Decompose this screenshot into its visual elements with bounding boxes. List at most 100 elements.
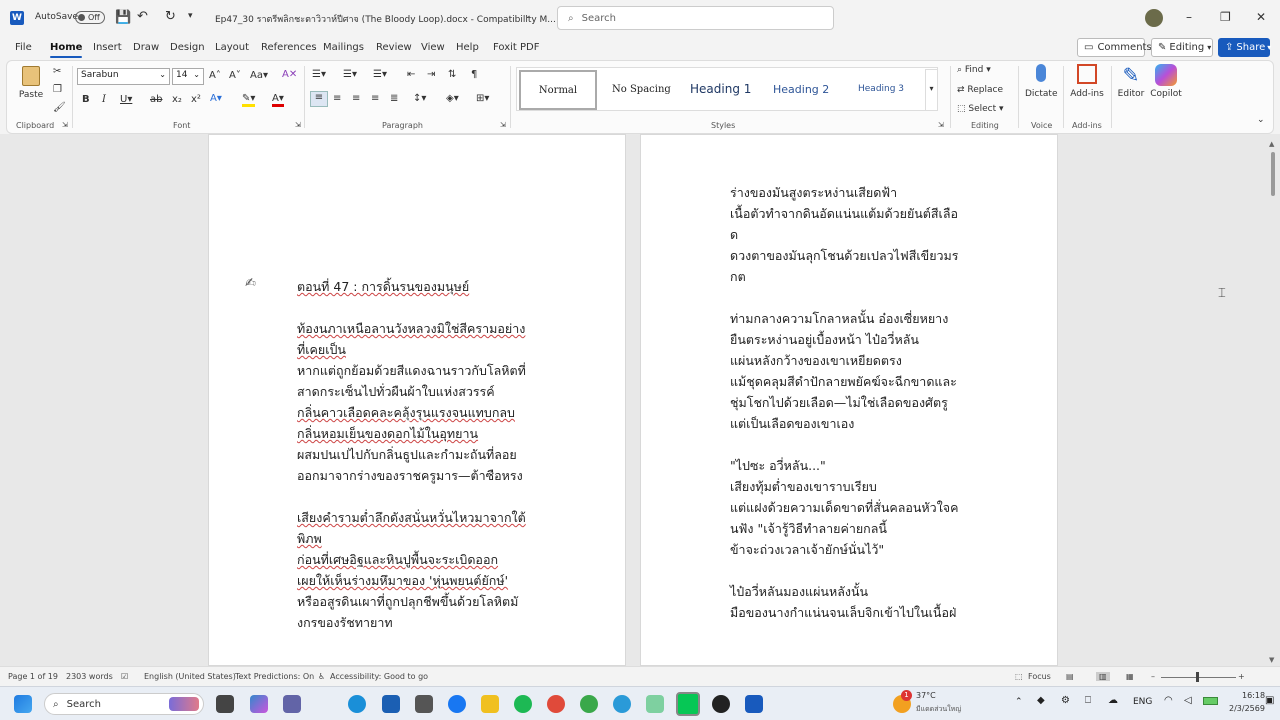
font-name-field[interactable]: Sarabun ⌄ bbox=[77, 68, 170, 85]
line-spacing-icon[interactable]: ↕▾ bbox=[413, 93, 426, 104]
format-painter-icon[interactable]: 🖌 bbox=[53, 102, 66, 113]
paragraph-line[interactable]: เผยให้เห็นร่างมหึมาของ 'หุ่นพยนต์ยักษ์' bbox=[297, 571, 508, 591]
autosave-toggle[interactable]: Off bbox=[70, 11, 105, 24]
superscript-icon[interactable]: x² bbox=[191, 94, 201, 105]
clock-time[interactable]: 16:18 bbox=[1242, 691, 1265, 700]
scroll-up-icon[interactable]: ▲ bbox=[1269, 140, 1274, 148]
temperature[interactable]: 37°C bbox=[916, 691, 936, 700]
taskbar-search[interactable]: ⌕ Search bbox=[44, 693, 204, 715]
paragraph-line[interactable]: มือของนางกำแน่นจนเล็บจิกเข้าไปในเนื้อฝ่ bbox=[730, 603, 956, 623]
paragraph-line[interactable]: ที่เคยเป็น bbox=[297, 340, 346, 360]
document-title[interactable]: Ep47_30 ราตรีพลิกชะตาวิวาห์ปีศาจ (The Bl… bbox=[215, 12, 556, 26]
paragraph-line[interactable]: ข้าจะถ่วงเวลาเจ้ายักษ์นั่นไว้" bbox=[730, 540, 884, 560]
paragraph-line[interactable]: หรืออสูรดินเผาที่ถูกปลุกชีพขึ้นด้วยโลหิต… bbox=[297, 592, 518, 612]
tab-foxit-pdf[interactable]: Foxit PDF bbox=[493, 42, 539, 53]
input-language[interactable]: ENG bbox=[1133, 697, 1152, 707]
maximize-icon[interactable]: ❐ bbox=[1220, 10, 1231, 24]
edge-icon[interactable] bbox=[348, 695, 366, 713]
battery-icon[interactable] bbox=[1203, 697, 1218, 705]
dialog-launcher-icon[interactable]: ⇲ bbox=[295, 121, 301, 129]
copilot-button[interactable]: Copilot bbox=[1149, 64, 1183, 99]
avatar[interactable] bbox=[1145, 9, 1163, 27]
start-icon[interactable] bbox=[14, 695, 32, 713]
font-color-icon[interactable]: A▾ bbox=[272, 93, 284, 107]
tab-mailings[interactable]: Mailings bbox=[323, 42, 364, 53]
align-right-icon[interactable]: ≡ bbox=[352, 93, 360, 104]
tab-home[interactable]: Home bbox=[50, 42, 83, 58]
web-layout-icon[interactable]: ▦ bbox=[1126, 672, 1134, 681]
show-marks-icon[interactable]: ¶ bbox=[471, 69, 477, 80]
paragraph-line[interactable]: ร่างของมันสูงตระหง่านเสียดฟ้า bbox=[730, 183, 897, 203]
tab-design[interactable]: Design bbox=[170, 42, 205, 53]
tray-settings-icon[interactable]: ⚙ bbox=[1061, 695, 1070, 706]
chrome-alt-icon[interactable] bbox=[613, 695, 631, 713]
distributed-icon[interactable]: ≣ bbox=[390, 93, 398, 104]
weather-description[interactable]: มีแดดส่วนใหญ่ bbox=[916, 704, 961, 715]
search-box[interactable]: ⌕ Search bbox=[557, 6, 834, 30]
chevron-down-icon[interactable]: ⌄ bbox=[524, 11, 532, 21]
style-heading-2[interactable]: Heading 2 bbox=[773, 83, 829, 96]
close-icon[interactable]: ✕ bbox=[1256, 10, 1266, 24]
calculator-icon[interactable] bbox=[646, 695, 664, 713]
dialog-launcher-icon[interactable]: ⇲ bbox=[938, 121, 944, 129]
language-status[interactable]: English (United States) bbox=[144, 672, 236, 681]
paragraph-line[interactable]: พิภพ bbox=[297, 529, 322, 549]
align-left-icon[interactable]: ≡ bbox=[310, 91, 328, 107]
paragraph-line[interactable]: แผ่นหลังกว้างของเขาเหยียดตรง bbox=[730, 351, 902, 371]
shrink-font-icon[interactable]: A˅ bbox=[229, 70, 241, 81]
microphone-tray-icon[interactable]: ⎕ bbox=[1085, 695, 1091, 706]
tab-draw[interactable]: Draw bbox=[133, 42, 159, 53]
grow-font-icon[interactable]: A˄ bbox=[209, 70, 221, 81]
multilevel-list-icon[interactable]: ☰▾ bbox=[373, 69, 387, 80]
paragraph-line[interactable]: แต่แฝงด้วยความเด็ดขาดที่สั่นคลอนหัวใจค bbox=[730, 498, 959, 518]
cut-icon[interactable]: ✂ bbox=[53, 66, 61, 77]
volume-icon[interactable]: ◁ bbox=[1184, 695, 1192, 706]
tray-app-icon[interactable]: ◆ bbox=[1037, 695, 1045, 706]
copy-icon[interactable]: ❐ bbox=[53, 84, 62, 95]
tab-review[interactable]: Review bbox=[376, 42, 412, 53]
select-button[interactable]: ⬚ Select ▾ bbox=[957, 104, 1004, 114]
file-explorer-icon[interactable] bbox=[481, 695, 499, 713]
zoom-out-icon[interactable]: – bbox=[1151, 672, 1155, 681]
replace-button[interactable]: ⇄ Replace bbox=[957, 85, 1003, 95]
paragraph-line[interactable]: เสียงคำรามต่ำลึกดังสนั่นหวั่นไหวมาจากใต้ bbox=[297, 508, 526, 528]
shading-icon[interactable]: ◈▾ bbox=[446, 93, 459, 104]
style-no-spacing[interactable]: No Spacing bbox=[612, 84, 671, 95]
increase-indent-icon[interactable]: ⇥ bbox=[427, 69, 435, 80]
tab-view[interactable]: View bbox=[421, 42, 445, 53]
accessibility-status[interactable]: Accessibility: Good to go bbox=[330, 672, 428, 681]
align-center-icon[interactable]: ≡ bbox=[333, 93, 341, 104]
decrease-indent-icon[interactable]: ⇤ bbox=[407, 69, 415, 80]
paragraph-line[interactable]: "ไปซะ อวี่หลัน..." bbox=[730, 456, 826, 476]
paragraph-line[interactable]: สาดกระเซ็นไปทั่วผืนผ้าใบแห่งสวรรค์ bbox=[297, 382, 495, 402]
page-count[interactable]: Page 1 of 19 bbox=[8, 672, 58, 681]
clock-date[interactable]: 2/3/2569 bbox=[1229, 704, 1265, 713]
camera-icon[interactable] bbox=[415, 695, 433, 713]
paragraph-line[interactable]: กลิ่นคาวเลือดคละคลุ้งรุนแรงจนแทบกลบ bbox=[297, 403, 515, 423]
media-app-icon[interactable] bbox=[712, 695, 730, 713]
redo-icon[interactable]: ↻ bbox=[165, 9, 176, 24]
tab-help[interactable]: Help bbox=[456, 42, 479, 53]
subscript-icon[interactable]: x₂ bbox=[172, 94, 182, 105]
facebook-icon[interactable] bbox=[448, 695, 466, 713]
word-count[interactable]: 2303 words bbox=[66, 672, 113, 681]
vertical-scrollbar[interactable]: ▲ ▼ bbox=[1269, 140, 1277, 664]
tab-references[interactable]: References bbox=[261, 42, 317, 53]
bold-icon[interactable]: B bbox=[82, 94, 90, 105]
undo-icon[interactable]: ↶ bbox=[137, 9, 148, 24]
style-heading-3[interactable]: Heading 3 bbox=[858, 84, 904, 94]
tab-file[interactable]: File bbox=[15, 42, 32, 53]
italic-icon[interactable]: I bbox=[102, 94, 106, 105]
bullets-icon[interactable]: ☰▾ bbox=[312, 69, 326, 80]
text-predictions-status[interactable]: Text Predictions: On bbox=[235, 672, 314, 681]
dialog-launcher-icon[interactable]: ⇲ bbox=[500, 121, 506, 129]
scroll-thumb[interactable] bbox=[1271, 152, 1275, 196]
numbering-icon[interactable]: ☰▾ bbox=[343, 69, 357, 80]
paragraph-line[interactable]: กลิ่นหอมเย็นของดอกไม้ในอุทยาน bbox=[297, 424, 478, 444]
underline-icon[interactable]: U▾ bbox=[120, 94, 132, 105]
paragraph-line[interactable]: ตอนที่ 47 : การดิ้นรนของมนุษย์ bbox=[297, 277, 469, 297]
save-icon[interactable]: 💾 bbox=[115, 10, 131, 25]
read-mode-icon[interactable]: ▤ bbox=[1066, 672, 1074, 681]
collapse-ribbon-icon[interactable]: ⌄ bbox=[1257, 115, 1265, 125]
task-view-icon[interactable] bbox=[216, 695, 234, 713]
